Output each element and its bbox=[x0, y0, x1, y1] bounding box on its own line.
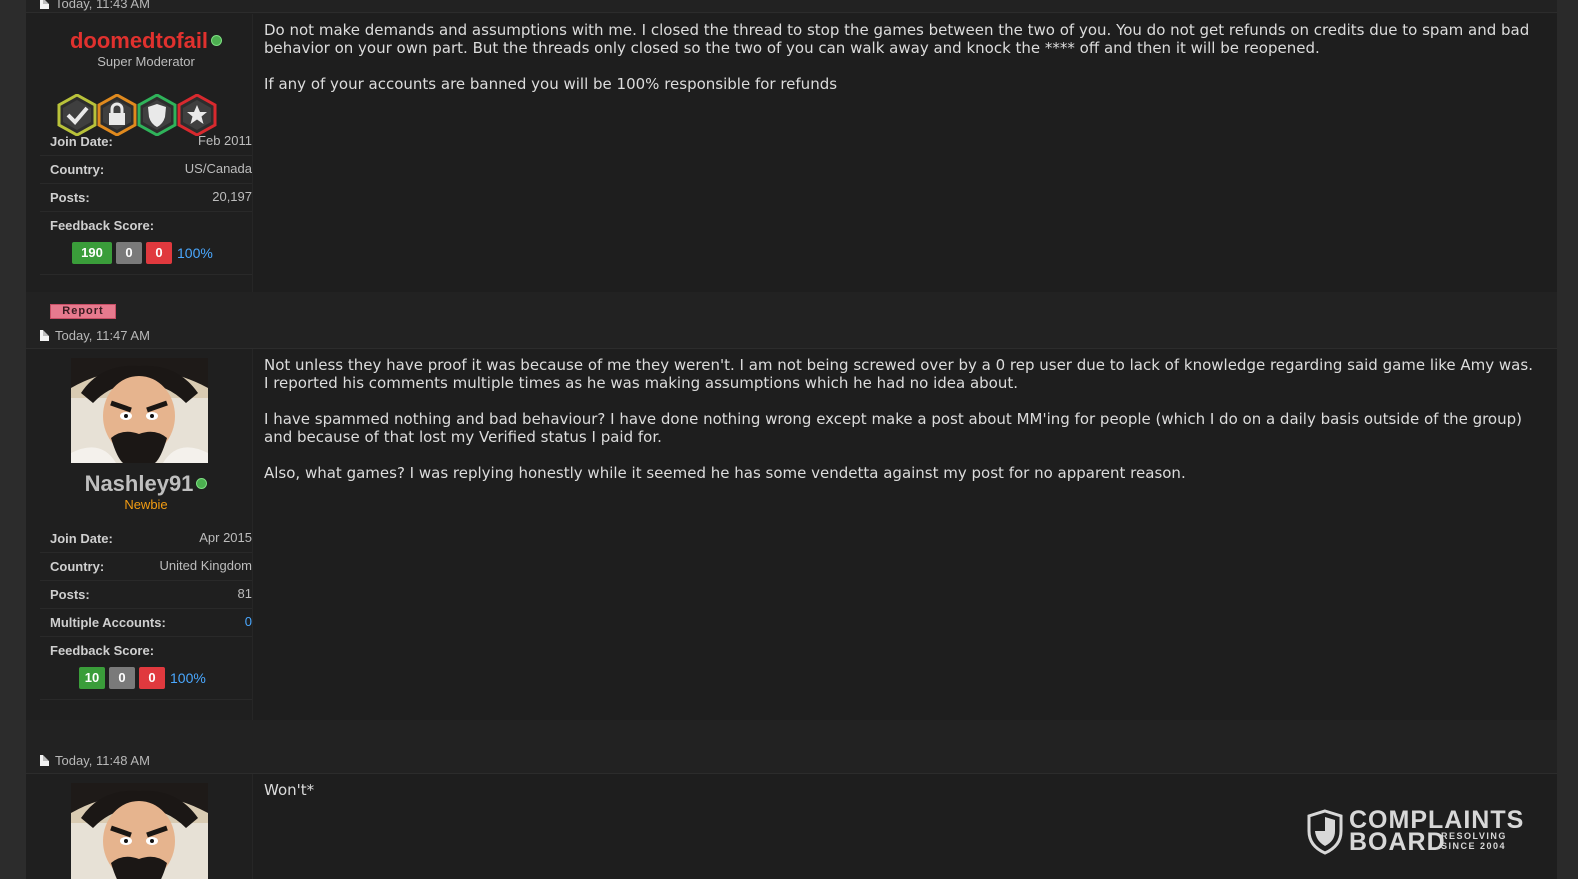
feedback-positive[interactable]: 10 bbox=[79, 667, 105, 689]
feedback-negative[interactable]: 0 bbox=[139, 667, 165, 689]
post-header: Today, 11:48 AM bbox=[26, 749, 1557, 774]
feedback-negative[interactable]: 0 bbox=[146, 242, 172, 264]
user-title: Newbie bbox=[124, 497, 168, 512]
stat-label: Country: bbox=[50, 162, 105, 177]
post-body: Not unless they have proof it was becaus… bbox=[252, 349, 1557, 720]
message-paragraph: Not unless they have proof it was becaus… bbox=[264, 356, 1538, 392]
post-header: Today, 11:47 AM bbox=[26, 324, 1557, 349]
post-date: Today, 11:48 AM bbox=[55, 753, 150, 768]
post-date: Today, 11:43 AM bbox=[55, 0, 150, 11]
shield-icon bbox=[1307, 809, 1343, 855]
right-gutter bbox=[1557, 0, 1578, 879]
username-link[interactable]: Nashley91 bbox=[40, 471, 252, 497]
user-info-panel: doomedtofail Super Moderator Join Date: … bbox=[40, 14, 252, 291]
watermark-tagline: RESOLVING SINCE 2004 bbox=[1441, 831, 1507, 851]
stat-join-date: Join Date: Feb 2011 bbox=[40, 128, 252, 156]
multiple-accounts-link[interactable]: 0 bbox=[245, 614, 252, 629]
feedback-positive[interactable]: 190 bbox=[72, 242, 112, 264]
stat-label: Multiple Accounts: bbox=[50, 615, 166, 630]
stat-value: US/Canada bbox=[184, 161, 252, 176]
thread-posts: Today, 11:43 AM doomedtofail Super Moder… bbox=[26, 0, 1557, 879]
complaints-board-watermark: COMPLAINTS BOARD RESOLVING SINCE 2004 bbox=[1307, 808, 1523, 858]
avatar-image bbox=[71, 783, 208, 879]
feedback-score: Feedback Score: 190 0 0 100% bbox=[40, 212, 252, 275]
stat-label: Posts: bbox=[50, 587, 90, 602]
post-header: Today, 11:43 AM bbox=[26, 0, 1557, 13]
stat-country: Country: US/Canada bbox=[40, 156, 252, 184]
stat-value: Apr 2015 bbox=[199, 530, 252, 545]
watermark-line2: BOARD bbox=[1349, 828, 1446, 856]
user-title: Super Moderator bbox=[97, 54, 195, 69]
left-gutter bbox=[0, 0, 26, 879]
stat-posts: Posts: 20,197 bbox=[40, 184, 252, 212]
stat-label: Join Date: bbox=[50, 134, 113, 149]
feedback-score: Feedback Score: 10 0 0 100% bbox=[40, 637, 252, 700]
stat-value: United Kingdom bbox=[159, 558, 253, 573]
post-icon bbox=[40, 755, 49, 766]
stat-join-date: Join Date: Apr 2015 bbox=[40, 525, 252, 553]
feedback-label: Feedback Score: bbox=[50, 218, 155, 233]
user-avatar[interactable] bbox=[71, 783, 208, 879]
message-paragraph: I have spammed nothing and bad behaviour… bbox=[264, 410, 1527, 446]
stat-label: Join Date: bbox=[50, 531, 113, 546]
username-text: doomedtofail bbox=[69, 28, 209, 53]
page: Today, 11:43 AM doomedtofail Super Moder… bbox=[0, 0, 1578, 879]
online-status-icon bbox=[211, 35, 223, 46]
message-paragraph: Won't* bbox=[264, 781, 315, 799]
stat-country: Country: United Kingdom bbox=[40, 553, 252, 581]
post-message: Not unless they have proof it was becaus… bbox=[264, 356, 1539, 500]
user-info-panel: Nashley91 Newbie Join Date: Apr 2015 Cou… bbox=[40, 349, 252, 720]
stat-value: Feb 2011 bbox=[198, 133, 252, 148]
post-icon bbox=[40, 330, 49, 341]
post-footer bbox=[26, 720, 1557, 749]
stat-value: 81 bbox=[237, 586, 252, 601]
feedback-label: Feedback Score: bbox=[50, 643, 155, 658]
username-text: Nashley91 bbox=[84, 471, 194, 496]
user-avatar[interactable] bbox=[71, 358, 208, 463]
feedback-percent-link[interactable]: 100% bbox=[170, 667, 206, 689]
online-status-icon bbox=[196, 478, 208, 489]
report-button[interactable]: Report bbox=[50, 304, 116, 319]
username-link[interactable]: doomedtofail bbox=[40, 28, 252, 54]
feedback-percent-link[interactable]: 100% bbox=[177, 242, 213, 264]
post-icon bbox=[40, 0, 49, 9]
feedback-neutral[interactable]: 0 bbox=[109, 667, 135, 689]
stat-value: 20,197 bbox=[212, 189, 252, 204]
post-footer bbox=[26, 292, 1557, 324]
feedback-neutral[interactable]: 0 bbox=[116, 242, 142, 264]
user-info-panel bbox=[40, 774, 252, 879]
watermark-tag1: RESOLVING bbox=[1441, 831, 1507, 841]
message-paragraph: If any of your accounts are banned you w… bbox=[264, 75, 838, 93]
message-paragraph: Also, what games? I was replying honestl… bbox=[264, 464, 1186, 482]
message-paragraph: Do not make demands and assumptions with… bbox=[264, 21, 1535, 57]
watermark-tag2: SINCE 2004 bbox=[1441, 841, 1507, 851]
post-date: Today, 11:47 AM bbox=[55, 328, 150, 343]
stat-label: Country: bbox=[50, 559, 105, 574]
post-message: Do not make demands and assumptions with… bbox=[264, 21, 1539, 111]
post-body: Do not make demands and assumptions with… bbox=[252, 14, 1557, 292]
stat-label: Posts: bbox=[50, 190, 90, 205]
avatar-image bbox=[71, 358, 208, 463]
stat-multiple-accounts: Multiple Accounts: 0 bbox=[40, 609, 252, 637]
stat-posts: Posts: 81 bbox=[40, 581, 252, 609]
